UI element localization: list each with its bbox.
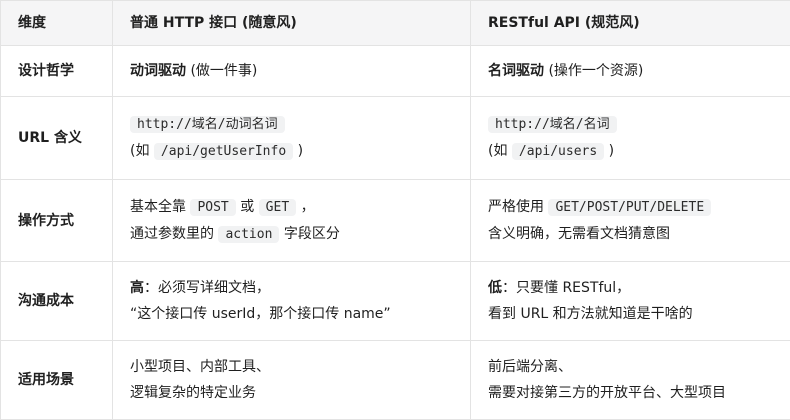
cell-text: 字段区分 xyxy=(279,226,339,242)
url-pattern-code: http://域名/动词名词 xyxy=(130,116,285,133)
method-code: GET xyxy=(259,199,296,216)
cell-text: 严格使用 xyxy=(488,199,548,215)
http-cell: 小型项目、内部工具、 逻辑复杂的特定业务 xyxy=(113,341,471,420)
cell-text: 看到 URL 和方法就知道是干啥的 xyxy=(488,302,790,326)
cell-text: (做一件事) xyxy=(186,63,257,79)
http-cell: http://域名/动词名词 (如 /api/getUserInfo ) xyxy=(113,97,471,180)
http-cell: 动词驱动 (做一件事) xyxy=(113,46,471,97)
rest-cell: 前后端分离、 需要对接第三方的开放平台、大型项目 xyxy=(471,341,790,420)
http-cell: 高：必须写详细文档， “这个接口传 userId，那个接口传 name” xyxy=(113,262,471,341)
example-code: /api/users xyxy=(512,143,604,160)
comparison-table: 维度 普通 HTTP 接口 (随意风) RESTful API (规范风) 设计… xyxy=(0,0,790,420)
cell-text: ) xyxy=(604,143,614,159)
table-row: 适用场景 小型项目、内部工具、 逻辑复杂的特定业务 前后端分离、 需要对接第三方… xyxy=(1,341,790,420)
rest-cell: http://域名/名词 (如 /api/users ) xyxy=(471,97,790,180)
param-code: action xyxy=(218,226,279,243)
table-row: 沟通成本 高：必须写详细文档， “这个接口传 userId，那个接口传 name… xyxy=(1,262,790,341)
emphasis-text: 名词驱动 xyxy=(488,63,544,79)
cell-text: ) xyxy=(293,143,303,159)
method-code: GET/POST/PUT/DELETE xyxy=(548,199,711,216)
cell-text: 小型项目、内部工具、 xyxy=(130,355,470,379)
cell-text: 通过参数里的 xyxy=(130,226,218,242)
cell-text: (如 xyxy=(130,143,154,159)
header-restful-api: RESTful API (规范风) xyxy=(471,1,790,46)
cell-text: ， xyxy=(296,199,314,215)
header-http-interface: 普通 HTTP 接口 (随意风) xyxy=(113,1,471,46)
emphasis-text: 低 xyxy=(488,280,502,296)
header-dimension: 维度 xyxy=(1,1,113,46)
cell-text: (如 xyxy=(488,143,512,159)
cell-text: 需要对接第三方的开放平台、大型项目 xyxy=(488,381,790,405)
cell-text: 含义明确，无需看文档猜意图 xyxy=(488,226,670,242)
table-row: 操作方式 基本全靠 POST 或 GET ， 通过参数里的 action 字段区… xyxy=(1,180,790,262)
method-code: POST xyxy=(190,199,235,216)
cell-text: 前后端分离、 xyxy=(488,355,790,379)
table-header-row: 维度 普通 HTTP 接口 (随意风) RESTful API (规范风) xyxy=(1,1,790,46)
cell-text: 基本全靠 xyxy=(130,199,190,215)
cell-text: “这个接口传 userId，那个接口传 name” xyxy=(130,302,470,326)
row-label: 设计哲学 xyxy=(1,46,113,97)
cell-text: 逻辑复杂的特定业务 xyxy=(130,381,470,405)
row-label: 操作方式 xyxy=(1,180,113,262)
emphasis-text: 高 xyxy=(130,280,144,296)
row-label: 适用场景 xyxy=(1,341,113,420)
row-label: 沟通成本 xyxy=(1,262,113,341)
http-cell: 基本全靠 POST 或 GET ， 通过参数里的 action 字段区分 xyxy=(113,180,471,262)
table-row: 设计哲学 动词驱动 (做一件事) 名词驱动 (操作一个资源) xyxy=(1,46,790,97)
url-pattern-code: http://域名/名词 xyxy=(488,116,617,133)
row-label: URL 含义 xyxy=(1,97,113,180)
cell-text: 或 xyxy=(236,199,259,215)
rest-cell: 严格使用 GET/POST/PUT/DELETE 含义明确，无需看文档猜意图 xyxy=(471,180,790,262)
cell-text: ：必须写详细文档， xyxy=(144,280,270,296)
cell-text: (操作一个资源) xyxy=(544,63,643,79)
rest-cell: 名词驱动 (操作一个资源) xyxy=(471,46,790,97)
table-row: URL 含义 http://域名/动词名词 (如 /api/getUserInf… xyxy=(1,97,790,180)
example-code: /api/getUserInfo xyxy=(154,143,293,160)
cell-text: ：只要懂 RESTful， xyxy=(502,280,630,296)
emphasis-text: 动词驱动 xyxy=(130,63,186,79)
rest-cell: 低：只要懂 RESTful， 看到 URL 和方法就知道是干啥的 xyxy=(471,262,790,341)
